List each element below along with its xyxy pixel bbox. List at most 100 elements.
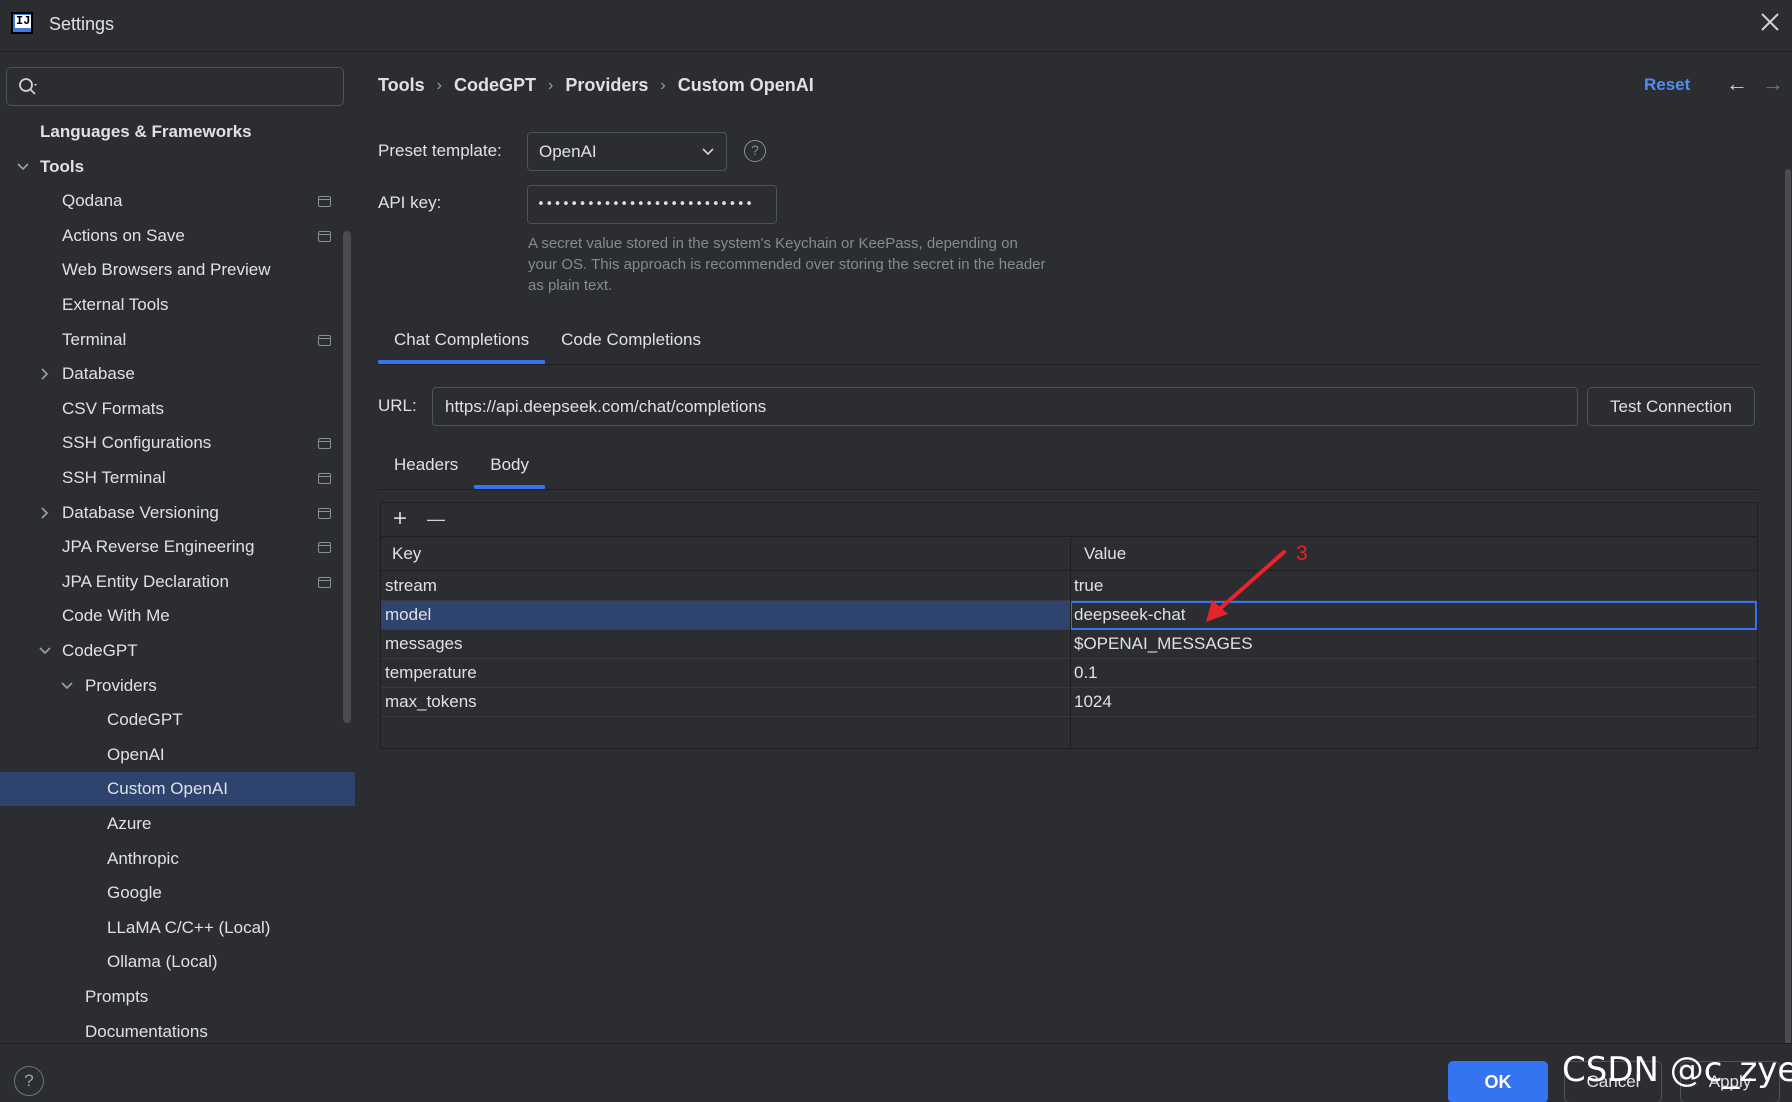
column-header-value[interactable]: Value (1084, 544, 1126, 564)
sidebar-scrollbar[interactable] (343, 231, 351, 723)
sidebar-item-jpa-reverse-engineering[interactable]: JPA Reverse Engineering (0, 530, 355, 564)
chevron-right-icon[interactable] (38, 506, 52, 520)
value-cell[interactable]: 1024 (1074, 692, 1112, 712)
key-cell[interactable]: max_tokens (385, 692, 477, 712)
sidebar-item-actions-on-save[interactable]: Actions on Save (0, 219, 355, 253)
help-button[interactable]: ? (14, 1066, 44, 1096)
search-input[interactable] (6, 67, 344, 106)
url-label: URL: (378, 396, 417, 415)
chevron-down-icon[interactable] (60, 679, 74, 693)
value-cell[interactable]: $OPENAI_MESSAGES (1074, 634, 1253, 654)
api-key-label: API key: (378, 193, 442, 212)
annotation-arrow (1206, 550, 1286, 622)
chevron-right-icon: › (436, 76, 442, 94)
sidebar-item-database-versioning[interactable]: Database Versioning (0, 496, 355, 530)
test-connection-button[interactable]: Test Connection (1587, 387, 1755, 426)
sidebar-item-label: Terminal (62, 329, 127, 349)
preset-template-label: Preset template: (378, 141, 502, 160)
main-panel: Tools › CodeGPT › Providers › Custom Ope… (356, 53, 1792, 1065)
project-scope-icon (318, 230, 331, 242)
reset-link[interactable]: Reset (1644, 75, 1690, 95)
project-scope-icon (318, 473, 331, 484)
url-input[interactable]: https://api.deepseek.com/chat/completion… (432, 387, 1578, 426)
add-icon[interactable]: + (387, 507, 413, 533)
sidebar-item-label: Actions on Save (62, 225, 185, 245)
subtab-divider (378, 489, 1758, 490)
sidebar-item-google[interactable]: Google (0, 876, 355, 910)
key-cell[interactable]: messages (385, 634, 462, 654)
sidebar-item-jpa-entity-declaration[interactable]: JPA Entity Declaration (0, 565, 355, 599)
tab-chat-completions[interactable]: Chat Completions (378, 322, 546, 364)
sidebar-item-languages-frameworks[interactable]: Languages & Frameworks (0, 115, 355, 149)
table-header: Key Value (381, 538, 1757, 571)
value-cell[interactable]: deepseek-chat (1074, 605, 1186, 625)
sidebar-item-external-tools[interactable]: External Tools (0, 288, 355, 322)
main-scrollbar[interactable] (1785, 169, 1791, 1065)
sidebar-item-codegpt[interactable]: CodeGPT (0, 703, 355, 737)
sidebar-item-codegpt[interactable]: CodeGPT (0, 634, 355, 668)
ok-button[interactable]: OK (1448, 1061, 1548, 1102)
sidebar-item-qodana[interactable]: Qodana (0, 184, 355, 218)
forward-arrow-icon[interactable]: → (1762, 71, 1784, 97)
value-cell[interactable]: 0.1 (1074, 663, 1098, 683)
back-arrow-icon[interactable]: ← (1726, 71, 1748, 97)
preset-template-dropdown[interactable]: OpenAI (527, 132, 727, 171)
table-row[interactable]: messages $OPENAI_MESSAGES (381, 630, 1757, 659)
remove-icon[interactable]: — (423, 507, 449, 533)
column-header-key[interactable]: Key (392, 544, 421, 564)
sidebar-item-csv-formats[interactable]: CSV Formats (0, 392, 355, 426)
chevron-down-icon[interactable] (38, 644, 52, 658)
sidebar-item-label: CodeGPT (107, 710, 183, 730)
key-cell[interactable]: temperature (385, 663, 477, 683)
sidebar-item-ssh-terminal[interactable]: SSH Terminal (0, 461, 355, 495)
table-row[interactable]: stream true (381, 572, 1757, 601)
sidebar-item-providers[interactable]: Providers (0, 669, 355, 703)
watermark: CSDN @c_zyer (1562, 1050, 1792, 1090)
sidebar-item-ssh-configurations[interactable]: SSH Configurations (0, 426, 355, 460)
chevron-right-icon[interactable] (38, 367, 52, 381)
key-cell[interactable]: stream (385, 576, 437, 596)
sidebar-item-llama-c-c-local[interactable]: LLaMA C/C++ (Local) (0, 911, 355, 945)
sidebar-item-ollama-local[interactable]: Ollama (Local) (0, 945, 355, 979)
sidebar-item-label: Providers (85, 675, 157, 695)
table-row[interactable]: model deepseek-chat (381, 601, 1757, 630)
tab-body[interactable]: Body (474, 447, 545, 489)
breadcrumb-tools[interactable]: Tools (378, 75, 425, 96)
tab-headers[interactable]: Headers (378, 447, 474, 489)
sidebar-item-label: JPA Entity Declaration (62, 571, 229, 591)
chevron-right-icon: › (548, 76, 554, 94)
project-scope-icon (318, 438, 331, 450)
sidebar-item-tools[interactable]: Tools (0, 150, 355, 184)
sidebar-item-custom-openai[interactable]: Custom OpenAI (0, 772, 355, 807)
value-cell[interactable]: true (1074, 576, 1103, 596)
breadcrumb: Tools › CodeGPT › Providers › Custom Ope… (378, 75, 814, 96)
close-icon[interactable] (1756, 10, 1784, 38)
breadcrumb-custom-openai: Custom OpenAI (677, 75, 814, 95)
dialog-footer: ? OK Cancel Apply (0, 1043, 1792, 1102)
sidebar-item-anthropic[interactable]: Anthropic (0, 842, 355, 876)
sidebar-item-azure[interactable]: Azure (0, 807, 355, 841)
tab-code-completions[interactable]: Code Completions (545, 322, 717, 364)
sidebar-item-label: Database (62, 364, 135, 384)
sidebar-item-prompts[interactable]: Prompts (0, 980, 355, 1014)
key-cell[interactable]: model (385, 605, 431, 625)
breadcrumb-codegpt[interactable]: CodeGPT (454, 75, 536, 96)
sidebar-item-label: JPA Reverse Engineering (62, 537, 255, 557)
api-key-field[interactable]: •••••••••••••••••••••••••• (527, 185, 777, 224)
sidebar-item-label: SSH Configurations (62, 433, 212, 453)
sidebar-item-openai[interactable]: OpenAI (0, 738, 355, 772)
annotation-number: 3 (1296, 542, 1308, 565)
breadcrumb-providers[interactable]: Providers (565, 75, 648, 96)
sidebar-item-terminal[interactable]: Terminal (0, 323, 355, 357)
table-row[interactable]: temperature 0.1 (381, 659, 1757, 688)
sidebar-item-label: Languages & Frameworks (40, 122, 252, 141)
chevron-down-icon[interactable] (16, 160, 30, 174)
table-row[interactable]: max_tokens 1024 (381, 688, 1757, 717)
sidebar-item-database[interactable]: Database (0, 357, 355, 391)
help-icon[interactable]: ? (744, 140, 766, 162)
settings-sidebar: Languages & Frameworks Tools Qodana Actions… (0, 53, 355, 1043)
sidebar-item-code-with-me[interactable]: Code With Me (0, 599, 355, 633)
request-subtabs: Headers Body (378, 447, 545, 489)
sidebar-item-label: Custom OpenAI (107, 779, 228, 799)
sidebar-item-web-browsers-and-preview[interactable]: Web Browsers and Preview (0, 253, 355, 287)
